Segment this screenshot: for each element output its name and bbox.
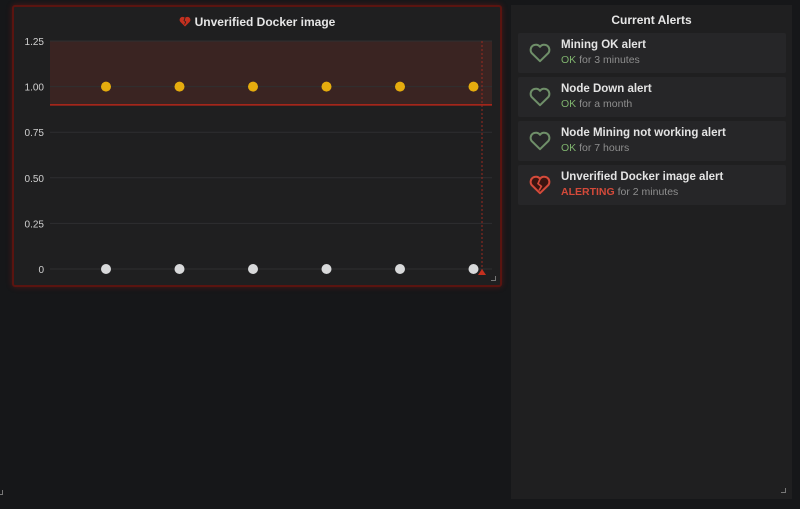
alert-list: Mining OK alert OK for 3 minutes Node Down… <box>518 33 786 209</box>
alert-text: Node Mining not working alert OK for 7 ho… <box>561 126 726 156</box>
alert-state: OK <box>561 54 577 66</box>
alert-duration: for a month <box>579 98 633 110</box>
y-tick-label: 1.00 <box>25 83 45 94</box>
y-tick-label: 0 <box>38 265 44 276</box>
alert-state-line: OK for 7 hours <box>561 141 726 156</box>
y-tick-label: 1.25 <box>25 37 45 48</box>
data-point <box>101 81 111 92</box>
alert-state-line: OK for a month <box>561 97 652 112</box>
alert-item[interactable]: Node Mining not working alert OK for 7 ho… <box>518 121 786 161</box>
alert-list-panel: Current Alerts Mining OK alert OK for 3 m… <box>511 5 792 499</box>
alert-name: Unverified Docker image alert <box>561 171 724 183</box>
data-point <box>321 264 332 274</box>
data-point <box>468 264 479 274</box>
data-point <box>248 264 258 274</box>
alert-duration: for 2 minutes <box>617 186 679 198</box>
heart-icon <box>524 121 556 161</box>
alert-state-line: OK for 3 minutes <box>561 53 646 68</box>
heart-icon <box>524 77 556 117</box>
data-point <box>174 264 185 274</box>
panel-resize-handle[interactable] <box>781 488 786 493</box>
alert-state: ALERTING <box>561 186 615 198</box>
alert-duration: for 7 hours <box>579 142 630 154</box>
alert-duration: for 3 minutes <box>579 54 640 66</box>
y-tick-label: 0.25 <box>25 219 45 230</box>
alert-name: Node Down alert <box>561 83 652 95</box>
alert-annotation-marker <box>478 269 486 275</box>
broken-heart-icon <box>524 165 556 205</box>
graph-panel[interactable]: 1.25 1.00 0.75 0.50 0.25 0 Unverified Docker … <box>12 5 502 287</box>
data-point <box>321 81 332 92</box>
panel-resize-handle[interactable] <box>491 276 496 281</box>
data-point <box>174 81 185 92</box>
alerts-panel-title[interactable]: Current Alerts <box>511 13 792 27</box>
heart-icon <box>524 33 556 73</box>
data-point <box>395 81 405 92</box>
data-point <box>248 81 258 92</box>
graph-title-text: Unverified Docker image <box>194 15 336 29</box>
threshold-region <box>50 41 492 105</box>
data-point <box>468 81 479 92</box>
alert-text: Mining OK alert OK for 3 minutes <box>561 38 646 68</box>
alert-name: Mining OK alert <box>561 39 646 51</box>
y-tick-label: 0.50 <box>25 174 45 185</box>
alert-item[interactable]: Unverified Docker image alert ALERTING fo… <box>518 165 786 205</box>
alert-item[interactable]: Mining OK alert OK for 3 minutes <box>518 33 786 73</box>
alert-text: Unverified Docker image alert ALERTING fo… <box>561 170 723 200</box>
graph-chart: 1.25 1.00 0.75 0.50 0.25 0 <box>25 37 492 276</box>
data-point <box>101 264 111 274</box>
alert-item[interactable]: Node Down alert OK for a month <box>518 77 786 117</box>
alert-state-line: ALERTING for 2 minutes <box>561 185 723 200</box>
graph-panel-title[interactable]: Unverified Docker image <box>14 15 500 30</box>
data-point <box>395 264 405 274</box>
alert-state: OK <box>561 98 577 110</box>
alert-name: Node Mining not working alert <box>561 127 726 139</box>
y-tick-label: 0.75 <box>25 128 45 139</box>
panel-resize-handle[interactable] <box>0 490 3 495</box>
broken-heart-icon <box>179 16 191 30</box>
alert-state: OK <box>561 142 577 154</box>
alert-text: Node Down alert OK for a month <box>561 82 652 112</box>
